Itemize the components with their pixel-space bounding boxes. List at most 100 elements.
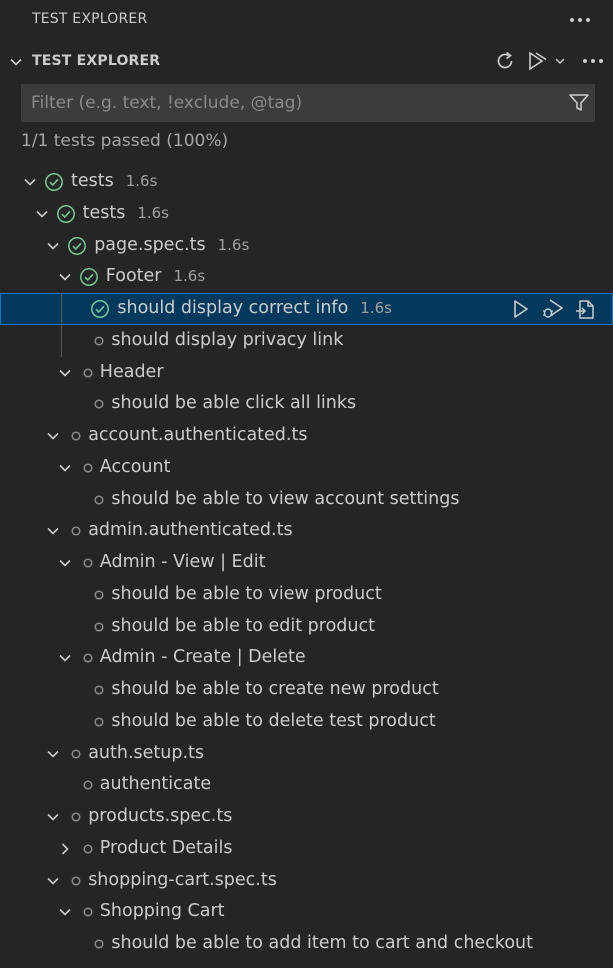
test-name: shopping-cart.spec.ts bbox=[88, 869, 277, 890]
tree-item[interactable]: should be able to create new product bbox=[0, 674, 613, 706]
test-name: authenticate bbox=[99, 774, 212, 795]
test-name: should be able to create new product bbox=[111, 679, 439, 699]
chevron-down-icon[interactable] bbox=[46, 524, 60, 538]
test-name: Account bbox=[99, 456, 171, 477]
tree-item-label: should display correct info 1.6s bbox=[117, 298, 392, 318]
chevron-down-icon[interactable] bbox=[46, 874, 60, 888]
test-name: page.spec.ts bbox=[94, 234, 206, 255]
refresh-tests-button[interactable] bbox=[492, 48, 518, 74]
chevron-down-icon[interactable] bbox=[46, 239, 60, 253]
tree-item-label: Account bbox=[100, 457, 171, 477]
not-run-circle-icon bbox=[71, 431, 81, 441]
section-title: TEST EXPLORER bbox=[32, 53, 161, 69]
not-run-circle-icon bbox=[83, 907, 93, 917]
chevron-right-icon[interactable] bbox=[58, 842, 72, 856]
tree-item[interactable]: shopping-cart.spec.ts bbox=[0, 865, 613, 897]
section-header[interactable]: TEST EXPLORER bbox=[0, 44, 613, 80]
tree-item[interactable]: should be able to view account settings bbox=[0, 484, 613, 516]
tree-item[interactable]: should display correct info 1.6s bbox=[0, 293, 613, 325]
run-test-button[interactable] bbox=[509, 297, 533, 321]
tree-item[interactable]: should display privacy link bbox=[0, 325, 613, 357]
tree-item-label: Admin - View | Edit bbox=[100, 552, 266, 572]
run-all-tests-button[interactable] bbox=[526, 48, 570, 74]
tree-item[interactable]: tests 1.6s bbox=[0, 198, 613, 230]
go-to-test-button[interactable] bbox=[573, 297, 597, 321]
tree-item[interactable]: account.authenticated.ts bbox=[0, 420, 613, 452]
test-duration: 1.6s bbox=[137, 203, 169, 222]
chevron-down-icon[interactable] bbox=[35, 207, 49, 221]
debug-test-button[interactable] bbox=[541, 297, 565, 321]
passed-check-icon bbox=[79, 268, 98, 287]
chevron-down-icon[interactable] bbox=[46, 429, 60, 443]
view-more-actions-button[interactable] bbox=[567, 7, 593, 33]
tree-item-label: products.spec.ts bbox=[88, 806, 232, 826]
chevron-down-icon[interactable] bbox=[46, 810, 60, 824]
test-name: account.authenticated.ts bbox=[88, 425, 308, 445]
tree-item-label: auth.setup.ts bbox=[88, 743, 204, 763]
test-name: should be able to edit product bbox=[111, 615, 375, 636]
filter-input[interactable] bbox=[22, 85, 552, 121]
passed-check-icon bbox=[68, 236, 87, 255]
chevron-down-icon[interactable] bbox=[58, 556, 72, 570]
tree-item-label: Product Details bbox=[100, 838, 233, 858]
tree-item[interactable]: should be able to add item to cart and c… bbox=[0, 928, 613, 960]
chevron-down-icon[interactable] bbox=[58, 651, 72, 665]
not-run-circle-icon bbox=[71, 526, 81, 536]
tree-item[interactable]: admin.authenticated.ts bbox=[0, 515, 613, 547]
test-explorer-panel: TEST EXPLORER TEST EXPLORER 1/1 tests pa… bbox=[0, 0, 613, 968]
section-more-actions-button[interactable] bbox=[580, 48, 606, 74]
go-to-file-icon bbox=[576, 300, 594, 319]
run-all-icon bbox=[529, 51, 565, 71]
test-name: Product Details bbox=[99, 837, 233, 858]
test-tree: tests 1.6s tests 1.6s page.spec.ts 1.6s Footer… bbox=[0, 166, 613, 960]
tree-item[interactable]: Footer 1.6s bbox=[0, 261, 613, 293]
tree-item[interactable]: auth.setup.ts bbox=[0, 738, 613, 770]
chevron-down-icon[interactable] bbox=[23, 175, 37, 189]
test-summary: 1/1 tests passed (100%) bbox=[21, 131, 229, 151]
filter-icon bbox=[569, 94, 589, 111]
chevron-down-icon[interactable] bbox=[58, 461, 72, 475]
test-name: Admin - View | Edit bbox=[99, 552, 266, 572]
tree-item[interactable]: products.spec.ts bbox=[0, 801, 613, 833]
tree-item[interactable]: should be able click all links bbox=[0, 388, 613, 420]
test-name: tests bbox=[71, 171, 114, 191]
not-run-circle-icon bbox=[71, 748, 81, 759]
tree-item-label: Shopping Cart bbox=[100, 901, 225, 921]
tree-item-label: Admin - Create | Delete bbox=[100, 647, 306, 667]
not-run-circle-icon bbox=[94, 717, 104, 727]
chevron-down-icon bbox=[10, 58, 22, 66]
tree-item[interactable]: Header bbox=[0, 357, 613, 389]
refresh-icon bbox=[497, 51, 513, 69]
passed-check-icon bbox=[91, 300, 110, 318]
chevron-down-icon[interactable] bbox=[58, 905, 72, 919]
tree-item-label: should be able to delete test product bbox=[111, 711, 435, 731]
not-run-circle-icon bbox=[94, 494, 104, 505]
tree-item-label: should display privacy link bbox=[111, 330, 343, 350]
tree-item-label: tests 1.6s bbox=[71, 171, 157, 191]
tree-item[interactable]: page.spec.ts 1.6s bbox=[0, 230, 613, 262]
test-name: Admin - Create | Delete bbox=[99, 647, 306, 668]
tree-item[interactable]: Product Details bbox=[0, 833, 613, 865]
tree-item[interactable]: should be able to view product bbox=[0, 579, 613, 611]
tree-item[interactable]: Shopping Cart bbox=[0, 896, 613, 928]
tree-item[interactable]: tests 1.6s bbox=[0, 166, 613, 198]
ellipsis-icon bbox=[583, 59, 603, 63]
tree-item[interactable]: Account bbox=[0, 452, 613, 484]
chevron-down-icon[interactable] bbox=[46, 747, 60, 761]
play-icon bbox=[514, 300, 528, 318]
tree-item[interactable]: Admin - Create | Delete bbox=[0, 642, 613, 674]
tree-item-label: should be able to view product bbox=[111, 584, 381, 604]
tree-item[interactable]: Admin - View | Edit bbox=[0, 547, 613, 579]
not-run-circle-icon bbox=[83, 463, 93, 473]
tree-item[interactable]: authenticate bbox=[0, 769, 613, 801]
test-duration: 1.6s bbox=[173, 267, 206, 286]
chevron-down-icon[interactable] bbox=[58, 366, 72, 380]
test-name: Footer bbox=[105, 266, 162, 287]
not-run-circle-icon bbox=[83, 653, 93, 663]
test-name: tests bbox=[82, 202, 126, 223]
passed-check-icon bbox=[56, 204, 75, 223]
chevron-down-icon[interactable] bbox=[58, 270, 72, 284]
tree-item[interactable]: should be able to edit product bbox=[0, 611, 613, 643]
filter-options-button[interactable] bbox=[566, 90, 592, 116]
tree-item[interactable]: should be able to delete test product bbox=[0, 706, 613, 738]
